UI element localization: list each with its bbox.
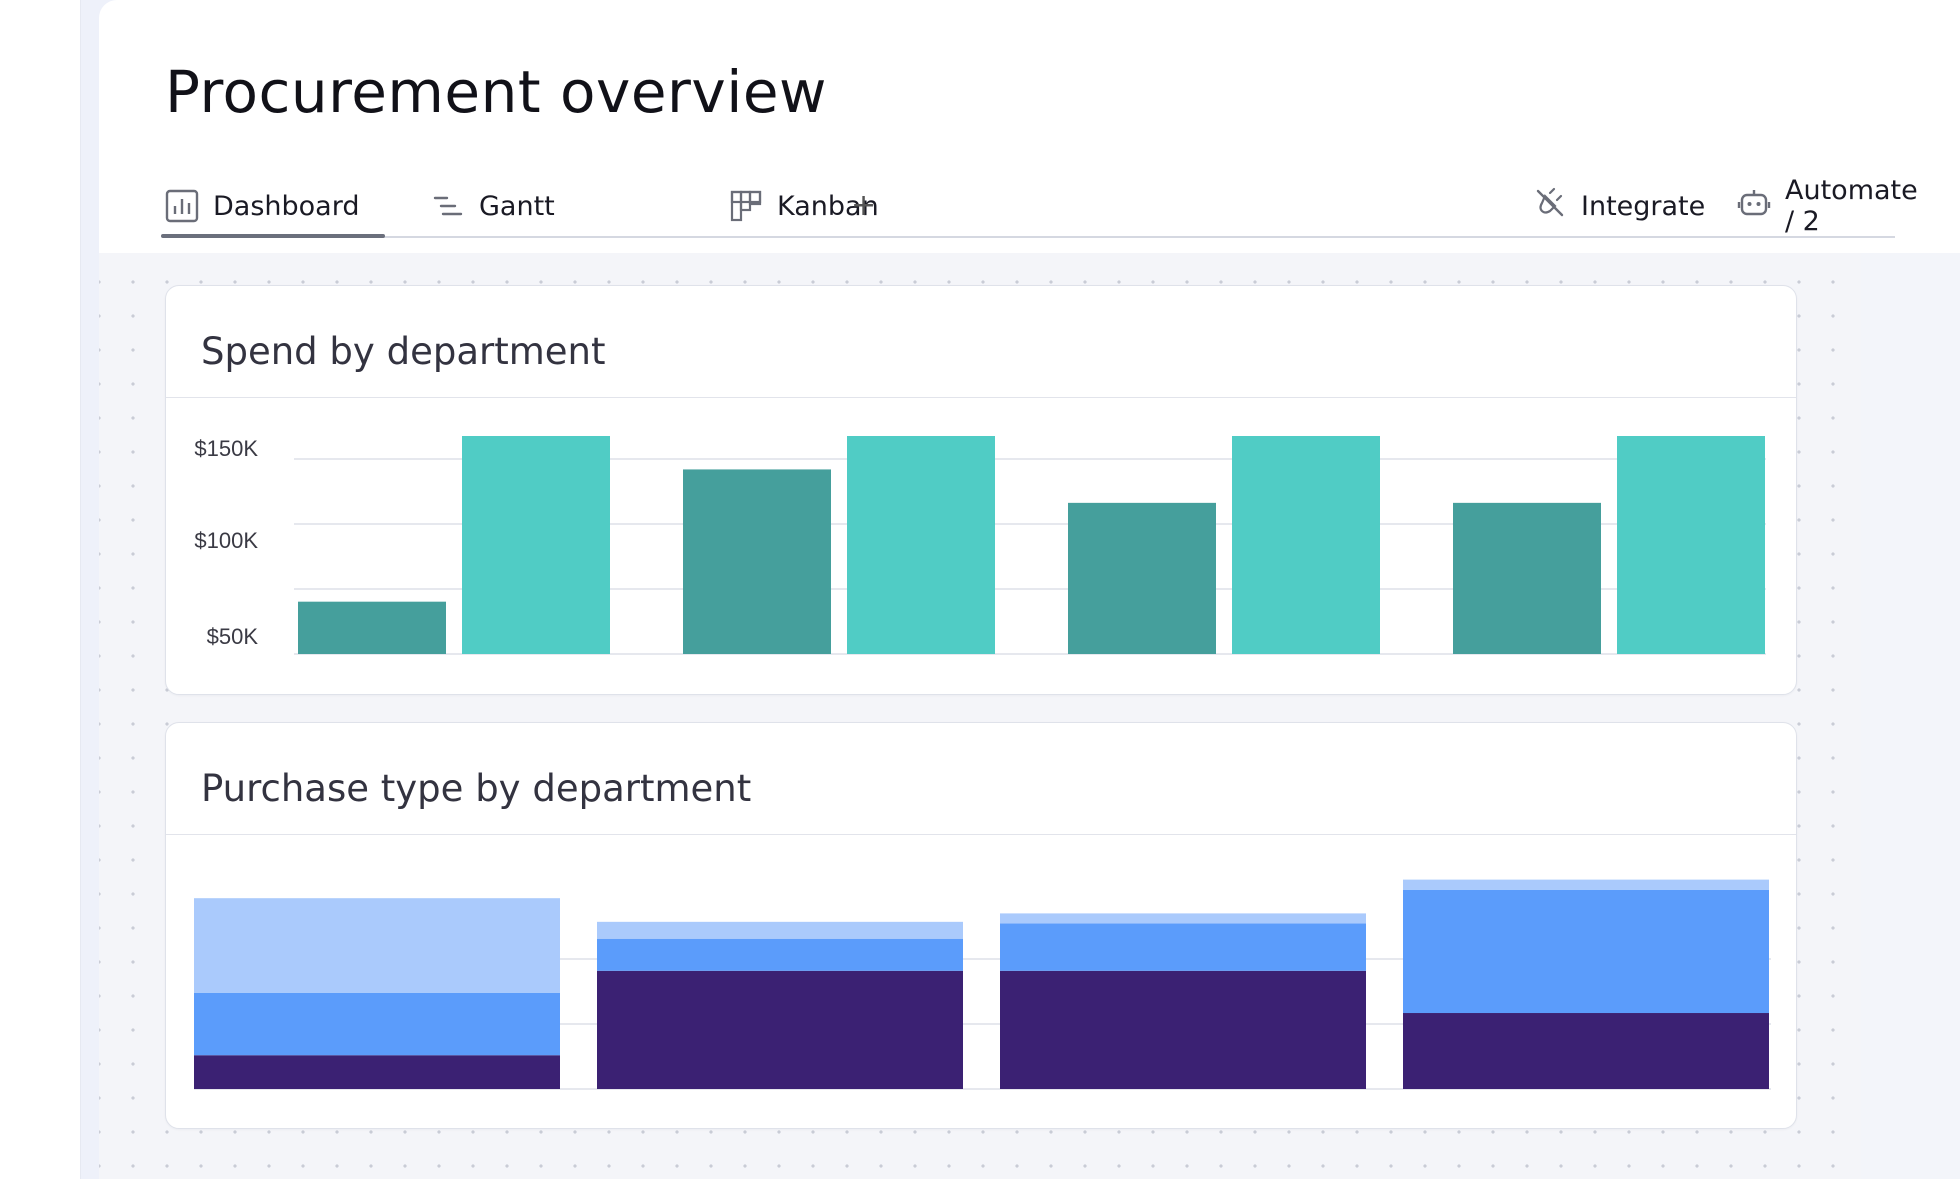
tab-dashboard[interactable]: Dashboard — [160, 182, 387, 238]
bar — [298, 601, 446, 654]
stacked-bar-segment — [597, 921, 963, 939]
spend-bar-chart: $50K $100K $150K — [194, 436, 1766, 655]
stacked-bar-segment — [597, 938, 963, 971]
left-rail — [0, 0, 81, 1179]
stacked-bar-segment — [1403, 1013, 1769, 1089]
stacked-bar-segment — [194, 898, 560, 993]
purchase-stacked-bar-chart — [194, 879, 1771, 1090]
dashboard-canvas: Spend by department $50K $100K $150K Purch… — [99, 253, 1861, 1179]
spend-by-department-widget[interactable]: Spend by department $50K $100K $150K — [165, 285, 1797, 695]
stacked-bar-segment — [1403, 889, 1769, 1014]
add-view-button[interactable]: + — [851, 188, 876, 223]
bar — [1232, 436, 1380, 654]
integrate-plug-icon — [1533, 186, 1567, 227]
gantt-icon — [431, 189, 465, 223]
widget-title: Spend by department — [201, 330, 606, 373]
board-header: Procurement overview Dashboard Gantt Kan… — [99, 0, 1960, 253]
y-tick-label: $100K — [194, 528, 258, 553]
bar — [683, 469, 831, 654]
stacked-bar-segment — [1000, 923, 1366, 971]
stacked-bar-segment — [1000, 970, 1366, 1089]
bar — [1617, 436, 1765, 654]
kanban-icon — [729, 189, 763, 223]
widget-title: Purchase type by department — [201, 767, 752, 810]
bar — [462, 436, 610, 654]
bar — [1068, 502, 1216, 654]
stacked-bar-segment — [1403, 879, 1769, 890]
automate-button[interactable]: Automate / 2 — [1737, 175, 1918, 237]
stacked-bar-segment — [194, 992, 560, 1056]
stacked-bar-segment — [1000, 913, 1366, 924]
stacked-bar-segment — [194, 1055, 560, 1089]
bar — [847, 436, 995, 654]
page-title: Procurement overview — [165, 58, 827, 126]
app-panel: Procurement overview Dashboard Gantt Kan… — [99, 0, 1960, 1179]
integrate-button[interactable]: Integrate — [1533, 182, 1705, 230]
bar-chart-icon — [165, 189, 199, 223]
y-tick-label: $50K — [207, 624, 259, 649]
bar — [1453, 502, 1601, 654]
view-tabs: Dashboard Gantt Kanban + Integrate Autom… — [160, 175, 1918, 238]
stacked-bar-segment — [597, 970, 963, 1089]
purchase-type-widget[interactable]: Purchase type by department — [165, 722, 1797, 1129]
automate-label: Automate / 2 — [1785, 175, 1918, 237]
robot-icon — [1737, 186, 1771, 227]
tab-label: Dashboard — [213, 190, 360, 222]
integrate-label: Integrate — [1581, 190, 1706, 222]
tab-gantt[interactable]: Gantt — [431, 182, 555, 230]
y-tick-label: $150K — [194, 436, 258, 461]
tab-label: Gantt — [479, 190, 555, 222]
